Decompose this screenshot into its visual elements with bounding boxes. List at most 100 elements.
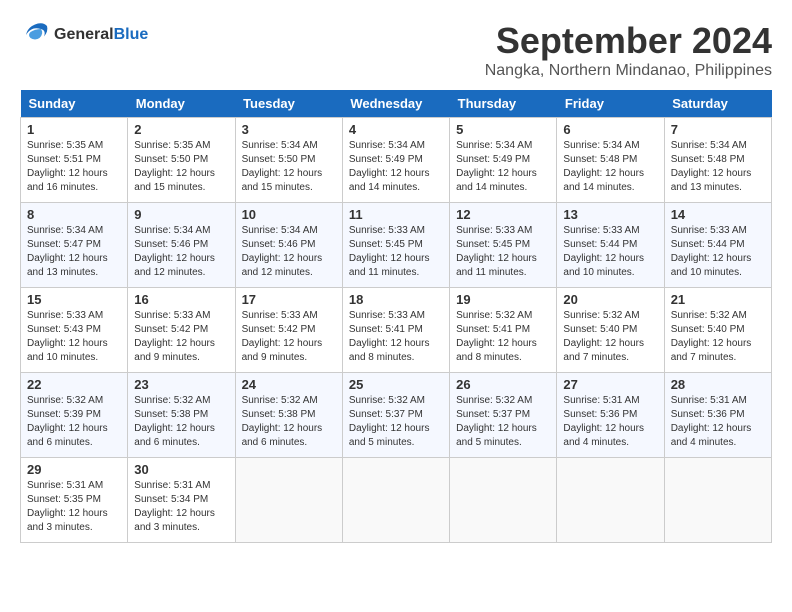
day-info: Sunrise: 5:33 AM Sunset: 5:45 PM Dayligh… xyxy=(456,224,550,280)
calendar-cell: 7 Sunrise: 5:34 AM Sunset: 5:48 PM Daylig… xyxy=(664,118,771,203)
calendar-cell: 9Sunrise: 5:34 AM Sunset: 5:46 PM Daylig… xyxy=(128,203,235,288)
logo: GeneralBlue xyxy=(20,20,148,50)
day-number: 21 xyxy=(671,292,765,307)
day-number: 7 xyxy=(671,122,765,137)
day-number: 6 xyxy=(563,122,657,137)
day-info: Sunrise: 5:33 AM Sunset: 5:45 PM Dayligh… xyxy=(349,224,443,280)
day-info: Sunrise: 5:34 AM Sunset: 5:49 PM Dayligh… xyxy=(349,139,443,195)
calendar-cell: 26 Sunrise: 5:32 AM Sunset: 5:37 PM Dayli… xyxy=(450,373,557,458)
calendar-cell: 24Sunrise: 5:32 AM Sunset: 5:38 PM Dayli… xyxy=(235,373,342,458)
day-info: Sunrise: 5:31 AM Sunset: 5:35 PM Dayligh… xyxy=(27,479,121,535)
day-info: Sunrise: 5:32 AM Sunset: 5:37 PM Dayligh… xyxy=(456,394,550,450)
day-number: 27 xyxy=(563,377,657,392)
day-info: Sunrise: 5:32 AM Sunset: 5:39 PM Dayligh… xyxy=(27,394,121,450)
day-info: Sunrise: 5:33 AM Sunset: 5:42 PM Dayligh… xyxy=(242,309,336,365)
day-number: 18 xyxy=(349,292,443,307)
day-info: Sunrise: 5:34 AM Sunset: 5:48 PM Dayligh… xyxy=(563,139,657,195)
day-number: 17 xyxy=(242,292,336,307)
logo-text: GeneralBlue xyxy=(54,26,148,44)
week-row-4: 22 Sunrise: 5:32 AM Sunset: 5:39 PM Dayli… xyxy=(21,373,772,458)
week-row-2: 8 Sunrise: 5:34 AM Sunset: 5:47 PM Daylig… xyxy=(21,203,772,288)
day-number: 9 xyxy=(134,207,228,222)
calendar-cell xyxy=(664,458,771,543)
calendar-cell: 3Sunrise: 5:34 AM Sunset: 5:50 PM Daylig… xyxy=(235,118,342,203)
day-info: Sunrise: 5:32 AM Sunset: 5:38 PM Dayligh… xyxy=(134,394,228,450)
calendar-cell: 2 Sunrise: 5:35 AM Sunset: 5:50 PM Daylig… xyxy=(128,118,235,203)
col-thursday: Thursday xyxy=(450,90,557,118)
day-info: Sunrise: 5:35 AM Sunset: 5:50 PM Dayligh… xyxy=(134,139,228,195)
day-info: Sunrise: 5:34 AM Sunset: 5:48 PM Dayligh… xyxy=(671,139,765,195)
calendar-table: Sunday Monday Tuesday Wednesday Thursday… xyxy=(20,90,772,543)
day-info: Sunrise: 5:34 AM Sunset: 5:49 PM Dayligh… xyxy=(456,139,550,195)
day-info: Sunrise: 5:35 AM Sunset: 5:51 PM Dayligh… xyxy=(27,139,121,195)
calendar-cell: 1Sunrise: 5:35 AM Sunset: 5:51 PM Daylig… xyxy=(21,118,128,203)
week-row-5: 29 Sunrise: 5:31 AM Sunset: 5:35 PM Dayli… xyxy=(21,458,772,543)
day-info: Sunrise: 5:33 AM Sunset: 5:44 PM Dayligh… xyxy=(671,224,765,280)
col-saturday: Saturday xyxy=(664,90,771,118)
day-number: 25 xyxy=(349,377,443,392)
calendar-cell: 22 Sunrise: 5:32 AM Sunset: 5:39 PM Dayli… xyxy=(21,373,128,458)
day-info: Sunrise: 5:34 AM Sunset: 5:46 PM Dayligh… xyxy=(242,224,336,280)
day-info: Sunrise: 5:33 AM Sunset: 5:43 PM Dayligh… xyxy=(27,309,121,365)
day-number: 15 xyxy=(27,292,121,307)
day-info: Sunrise: 5:32 AM Sunset: 5:37 PM Dayligh… xyxy=(349,394,443,450)
day-number: 11 xyxy=(349,207,443,222)
day-info: Sunrise: 5:34 AM Sunset: 5:50 PM Dayligh… xyxy=(242,139,336,195)
calendar-cell: 13Sunrise: 5:33 AM Sunset: 5:44 PM Dayli… xyxy=(557,203,664,288)
day-number: 30 xyxy=(134,462,228,477)
day-info: Sunrise: 5:33 AM Sunset: 5:42 PM Dayligh… xyxy=(134,309,228,365)
calendar-cell: 21 Sunrise: 5:32 AM Sunset: 5:40 PM Dayli… xyxy=(664,288,771,373)
col-sunday: Sunday xyxy=(21,90,128,118)
calendar-cell: 6 Sunrise: 5:34 AM Sunset: 5:48 PM Daylig… xyxy=(557,118,664,203)
calendar-cell: 25 Sunrise: 5:32 AM Sunset: 5:37 PM Dayli… xyxy=(342,373,449,458)
day-number: 12 xyxy=(456,207,550,222)
calendar-cell: 10Sunrise: 5:34 AM Sunset: 5:46 PM Dayli… xyxy=(235,203,342,288)
calendar-cell: 30Sunrise: 5:31 AM Sunset: 5:34 PM Dayli… xyxy=(128,458,235,543)
calendar-cell: 20Sunrise: 5:32 AM Sunset: 5:40 PM Dayli… xyxy=(557,288,664,373)
day-number: 23 xyxy=(134,377,228,392)
day-info: Sunrise: 5:34 AM Sunset: 5:47 PM Dayligh… xyxy=(27,224,121,280)
calendar-cell: 19 Sunrise: 5:32 AM Sunset: 5:41 PM Dayli… xyxy=(450,288,557,373)
calendar-cell xyxy=(450,458,557,543)
day-number: 14 xyxy=(671,207,765,222)
day-info: Sunrise: 5:31 AM Sunset: 5:36 PM Dayligh… xyxy=(563,394,657,450)
day-number: 13 xyxy=(563,207,657,222)
page-header: GeneralBlue September 2024 Nangka, North… xyxy=(20,20,772,80)
day-number: 22 xyxy=(27,377,121,392)
title-block: September 2024 Nangka, Northern Mindanao… xyxy=(485,20,772,80)
day-number: 5 xyxy=(456,122,550,137)
calendar-cell xyxy=(235,458,342,543)
day-number: 16 xyxy=(134,292,228,307)
day-info: Sunrise: 5:32 AM Sunset: 5:40 PM Dayligh… xyxy=(563,309,657,365)
day-number: 28 xyxy=(671,377,765,392)
day-info: Sunrise: 5:33 AM Sunset: 5:41 PM Dayligh… xyxy=(349,309,443,365)
week-row-3: 15 Sunrise: 5:33 AM Sunset: 5:43 PM Dayli… xyxy=(21,288,772,373)
calendar-cell: 12 Sunrise: 5:33 AM Sunset: 5:45 PM Dayli… xyxy=(450,203,557,288)
month-title: September 2024 xyxy=(485,20,772,62)
calendar-cell: 18 Sunrise: 5:33 AM Sunset: 5:41 PM Dayli… xyxy=(342,288,449,373)
day-number: 8 xyxy=(27,207,121,222)
calendar-cell: 27 Sunrise: 5:31 AM Sunset: 5:36 PM Dayli… xyxy=(557,373,664,458)
calendar-cell xyxy=(557,458,664,543)
calendar-cell xyxy=(342,458,449,543)
calendar-cell: 15 Sunrise: 5:33 AM Sunset: 5:43 PM Dayli… xyxy=(21,288,128,373)
location-subtitle: Nangka, Northern Mindanao, Philippines xyxy=(485,62,772,80)
header-row: Sunday Monday Tuesday Wednesday Thursday… xyxy=(21,90,772,118)
calendar-cell: 17 Sunrise: 5:33 AM Sunset: 5:42 PM Dayli… xyxy=(235,288,342,373)
calendar-cell: 23 Sunrise: 5:32 AM Sunset: 5:38 PM Dayli… xyxy=(128,373,235,458)
calendar-cell: 16 Sunrise: 5:33 AM Sunset: 5:42 PM Dayli… xyxy=(128,288,235,373)
day-number: 4 xyxy=(349,122,443,137)
calendar-cell: 8 Sunrise: 5:34 AM Sunset: 5:47 PM Daylig… xyxy=(21,203,128,288)
day-number: 19 xyxy=(456,292,550,307)
col-tuesday: Tuesday xyxy=(235,90,342,118)
day-number: 2 xyxy=(134,122,228,137)
calendar-cell: 4 Sunrise: 5:34 AM Sunset: 5:49 PM Daylig… xyxy=(342,118,449,203)
day-info: Sunrise: 5:32 AM Sunset: 5:38 PM Dayligh… xyxy=(242,394,336,450)
day-number: 29 xyxy=(27,462,121,477)
calendar-cell: 5 Sunrise: 5:34 AM Sunset: 5:49 PM Daylig… xyxy=(450,118,557,203)
day-number: 26 xyxy=(456,377,550,392)
day-info: Sunrise: 5:31 AM Sunset: 5:36 PM Dayligh… xyxy=(671,394,765,450)
day-info: Sunrise: 5:32 AM Sunset: 5:40 PM Dayligh… xyxy=(671,309,765,365)
calendar-cell: 11 Sunrise: 5:33 AM Sunset: 5:45 PM Dayli… xyxy=(342,203,449,288)
day-info: Sunrise: 5:32 AM Sunset: 5:41 PM Dayligh… xyxy=(456,309,550,365)
